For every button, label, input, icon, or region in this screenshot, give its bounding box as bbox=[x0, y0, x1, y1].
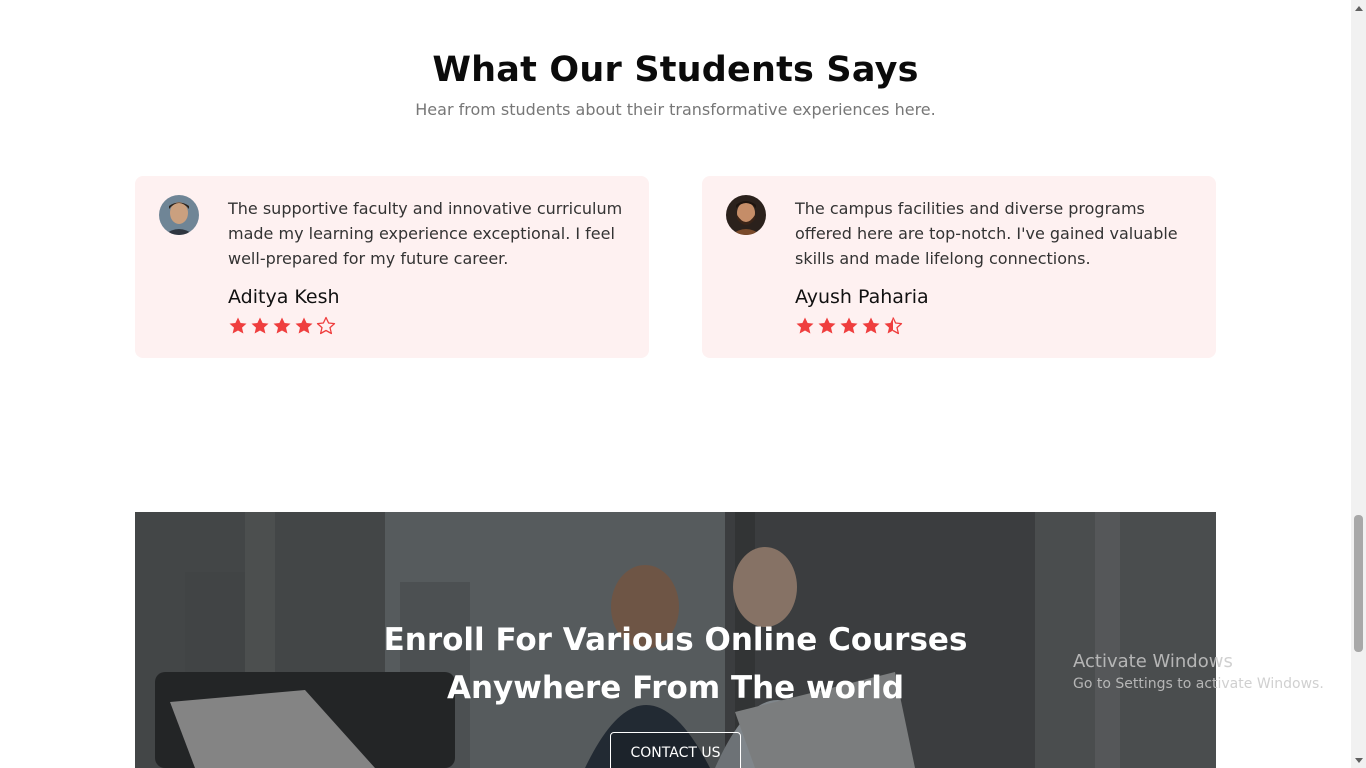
avatar bbox=[159, 195, 199, 235]
scroll-up-arrow-icon[interactable] bbox=[1351, 0, 1366, 15]
banner-title-line-2: Anywhere From The world bbox=[446, 670, 905, 706]
contact-us-button[interactable]: CONTACT US bbox=[610, 732, 741, 768]
star-icon bbox=[272, 316, 294, 336]
rating-stars bbox=[228, 316, 338, 336]
vertical-scrollbar[interactable] bbox=[1351, 0, 1366, 768]
star-half-icon bbox=[883, 316, 905, 336]
avatar bbox=[726, 195, 766, 235]
testimonial-quote: The supportive faculty and innovative cu… bbox=[228, 199, 623, 268]
star-icon bbox=[817, 316, 839, 336]
watermark-title: Activate Windows bbox=[1073, 651, 1233, 672]
student-name: Aditya Kesh bbox=[228, 286, 340, 308]
section-subtitle: Hear from students about their transform… bbox=[415, 100, 936, 119]
page: What Our Students Says Hear from student… bbox=[0, 0, 1351, 768]
star-icon bbox=[250, 316, 272, 336]
rating-stars bbox=[795, 316, 905, 336]
enroll-banner: Enroll For Various Online Courses Anywhe… bbox=[135, 512, 1216, 768]
star-outline-icon bbox=[316, 316, 338, 336]
testimonial-card: The campus facilities and diverse progra… bbox=[702, 176, 1216, 358]
star-icon bbox=[294, 316, 316, 336]
star-icon bbox=[228, 316, 250, 336]
testimonial-quote: The campus facilities and diverse progra… bbox=[795, 199, 1178, 268]
watermark-subtitle: Go to Settings to activate Windows. bbox=[1073, 676, 1324, 692]
testimonial-card: The supportive faculty and innovative cu… bbox=[135, 176, 649, 358]
windows-activation-watermark: Activate Windows Go to Settings to activ… bbox=[1073, 651, 1324, 692]
star-icon bbox=[861, 316, 883, 336]
scrollbar-thumb[interactable] bbox=[1354, 515, 1363, 652]
student-name: Ayush Paharia bbox=[795, 286, 929, 308]
banner-title-line-1: Enroll For Various Online Courses bbox=[383, 622, 968, 658]
scroll-down-arrow-icon[interactable] bbox=[1351, 753, 1366, 768]
banner-title: Enroll For Various Online Courses Anywhe… bbox=[135, 616, 1216, 712]
section-title: What Our Students Says bbox=[432, 50, 919, 90]
star-icon bbox=[839, 316, 861, 336]
star-icon bbox=[795, 316, 817, 336]
